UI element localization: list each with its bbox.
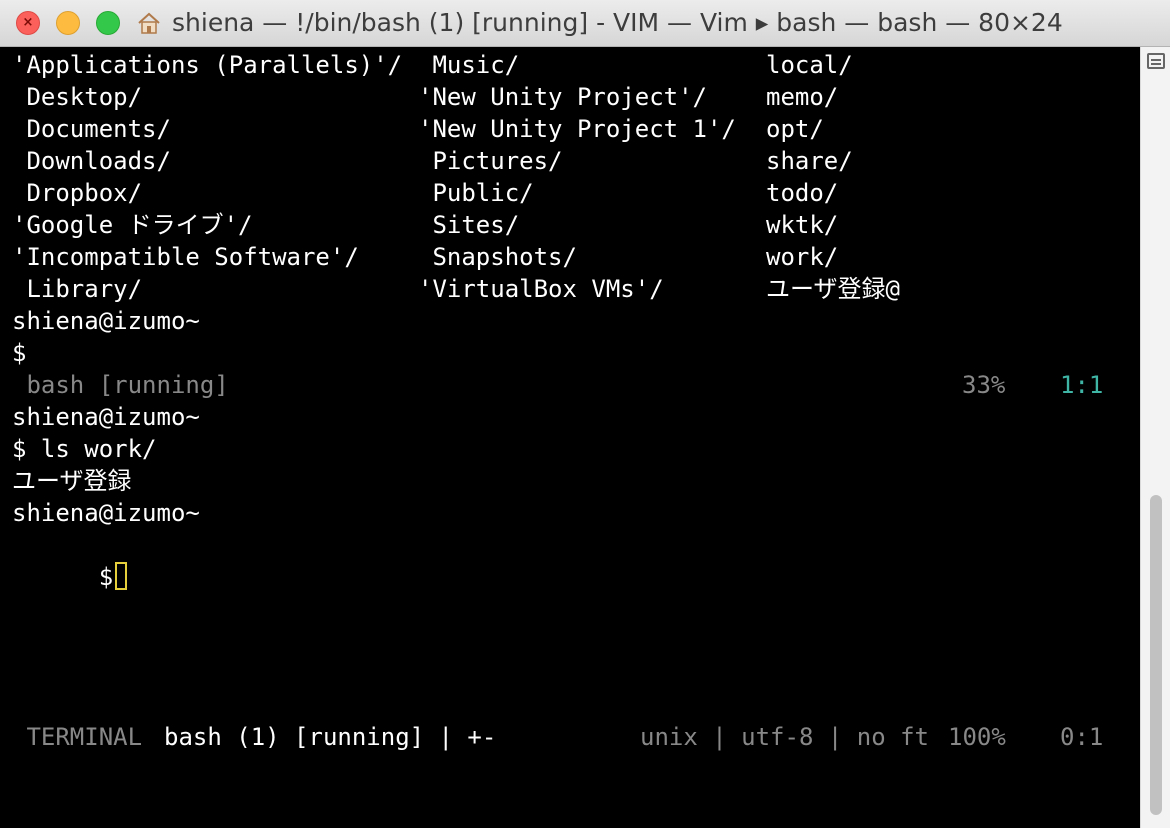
status-buffer-name: bash [running]: [12, 371, 229, 399]
listing-item: local/: [766, 51, 853, 79]
status-position: 1:1: [1060, 371, 1104, 399]
close-icon: ×: [22, 15, 34, 30]
listing-item: Documents/: [12, 115, 171, 143]
listing-item: 'Incompatible Software'/: [12, 243, 359, 271]
status-percent: 100%: [948, 723, 1006, 751]
listing-item: share/: [766, 147, 853, 175]
listing-item: 'Google ドライブ'/: [12, 211, 253, 239]
listing-item: Dropbox/: [12, 179, 143, 207]
listing-item: 'VirtualBox VMs'/: [418, 275, 664, 303]
prompt-host: shiena@izumo~: [12, 499, 200, 527]
prompt-host: shiena@izumo~: [12, 403, 200, 431]
text-cursor: [115, 562, 128, 590]
listing-item: Library/: [12, 275, 143, 303]
listing-item: 'New Unity Project 1'/: [418, 115, 736, 143]
prompt-sign: $: [12, 339, 27, 367]
scroll-thumb[interactable]: [1150, 495, 1162, 815]
listing-item: ユーザ登録@: [766, 275, 900, 303]
listing-item: Desktop/: [12, 83, 143, 111]
prompt-host: shiena@izumo~: [12, 307, 200, 335]
vertical-scrollbar[interactable]: [1140, 47, 1170, 828]
listing-item: Snapshots/: [418, 243, 577, 271]
home-folder-icon: [138, 12, 160, 34]
maximize-button[interactable]: [96, 11, 120, 35]
listing-item: Music/: [418, 51, 520, 79]
minimize-button[interactable]: [56, 11, 80, 35]
active-prompt[interactable]: $: [12, 529, 128, 591]
listing-item: Public/: [418, 179, 534, 207]
listing-item: wktk/: [766, 211, 839, 239]
listing-item: memo/: [766, 83, 839, 111]
window-title: shiena — !/bin/bash (1) [running] - VIM …: [172, 8, 1063, 37]
listing-item: opt/: [766, 115, 824, 143]
listing-item: Downloads/: [12, 147, 171, 175]
terminal-window: × shiena — !/bin/bash (1) [running] - VI…: [0, 0, 1170, 828]
listing-item: 'New Unity Project'/: [418, 83, 707, 111]
close-button[interactable]: ×: [16, 11, 40, 35]
terminal-content[interactable]: 'Applications (Parallels)'/ Music/ local…: [0, 47, 1140, 828]
listing-item: work/: [766, 243, 839, 271]
status-mode: TERMINAL: [12, 723, 143, 751]
listing-item: 'Applications (Parallels)'/: [12, 51, 403, 79]
prompt-sign: $: [98, 563, 114, 591]
status-percent: 33%: [962, 371, 1006, 399]
scroll-track[interactable]: [1149, 85, 1163, 822]
status-file-info: unix | utf-8 | no ft: [640, 723, 929, 751]
status-position: 0:1: [1060, 723, 1104, 751]
command-line: $ ls work/: [12, 435, 157, 463]
listing-item: Pictures/: [418, 147, 563, 175]
listing-item: Sites/: [418, 211, 520, 239]
title-bar[interactable]: × shiena — !/bin/bash (1) [running] - VI…: [0, 0, 1170, 47]
listing-item: todo/: [766, 179, 839, 207]
command-output: ユーザ登録: [12, 467, 132, 495]
split-view-icon[interactable]: [1147, 53, 1165, 69]
status-buffer-name: bash (1) [running] | +-: [164, 723, 497, 751]
